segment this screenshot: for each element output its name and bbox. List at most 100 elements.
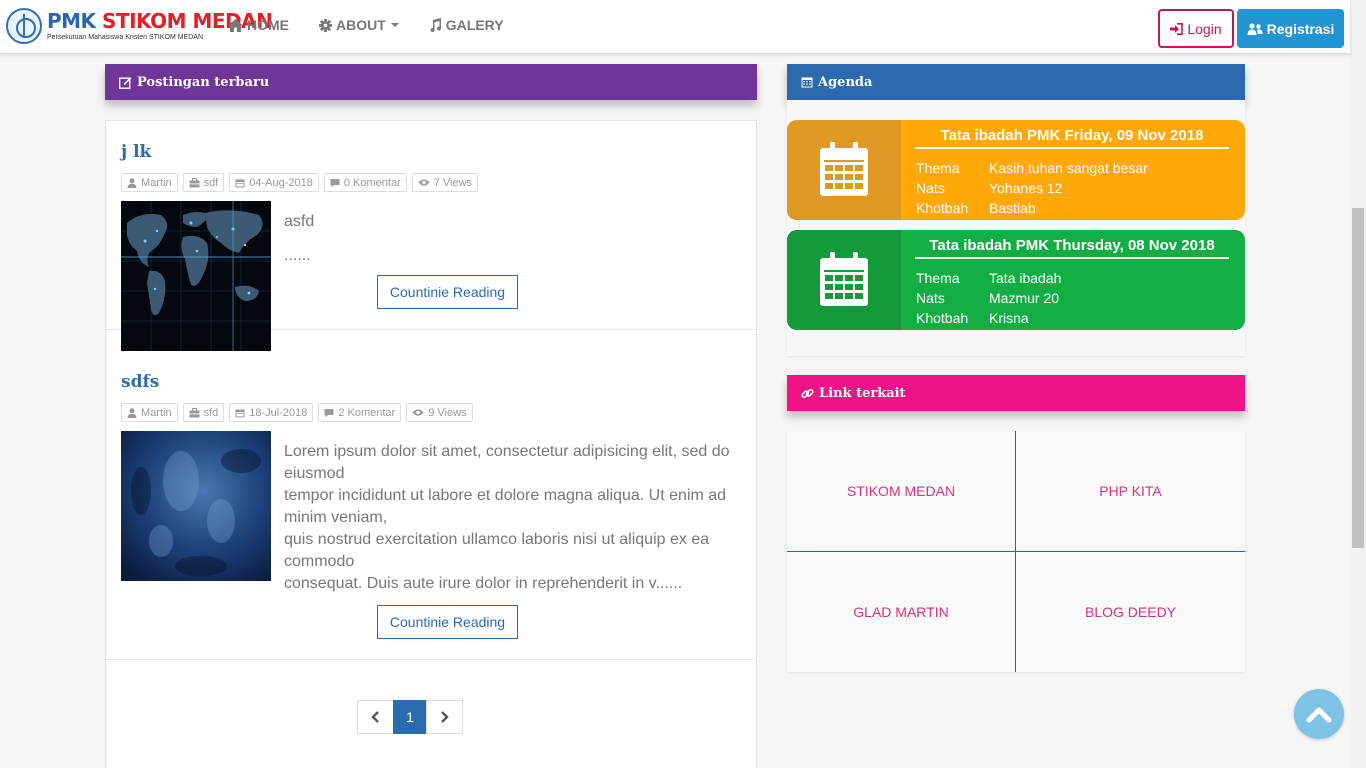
post-author[interactable]: Martin [121,173,178,192]
chevron-up-icon [1306,707,1332,723]
agenda-row-key: Thema [916,270,960,286]
agenda-row-key: Thema [916,160,960,176]
logo-emblem-icon [6,8,42,44]
register-button[interactable]: Registrasi [1237,9,1344,48]
agenda-row-value: Krisna [989,310,1029,326]
login-button[interactable]: Login [1158,9,1234,48]
agenda-row-thema: Thema Kasih tuhan sangat besar [916,160,1148,176]
link-icon [801,388,814,398]
briefcase-icon [189,177,200,187]
nav-home[interactable]: HOME [228,17,289,33]
calendar-icon [820,142,868,196]
chevron-left-icon [371,711,379,723]
briefcase-icon [189,407,200,417]
post-comments[interactable]: 2 Komentar [318,403,402,422]
post-title[interactable]: j lk [121,142,151,162]
world-map-image [121,201,271,351]
agenda-row-value: Mazmur 20 [989,290,1060,306]
post-title[interactable]: sdfs [121,372,159,392]
post-author[interactable]: Martin [121,403,178,422]
post-meta: Martin sfd 18-Jul-2018 2 Komentar 9 View… [121,403,478,422]
link-blog-deedy[interactable]: BLOG DEEDY [1016,552,1245,672]
chevron-right-icon [441,711,449,723]
post-views: 7 Views [411,173,479,192]
agenda-row-khotbah: Khotbah Bastiab [916,200,1036,216]
posts-section-title: Postingan terbaru [137,74,270,90]
posts-panel: j lk Martin sdf 04-Aug-2018 0 Komentar 7… [105,120,757,768]
eye-icon [418,179,430,186]
previous-page-button[interactable] [357,700,394,734]
chevron-down-icon [390,23,399,27]
nav-home-label: HOME [247,17,289,33]
continue-reading-button[interactable]: Countinie Reading [377,275,518,309]
register-label: Registrasi [1266,20,1335,37]
post-author-label: Martin [141,176,172,189]
nav-about[interactable]: ABOUT [319,17,399,33]
post-category[interactable]: sdf [182,173,225,192]
agenda-row-key: Khotbah [916,200,969,216]
post-date: 04-Aug-2018 [229,173,319,192]
calendar-icon [235,179,245,187]
post-item: sdfs Martin sfd 18-Jul-2018 2 Komentar 9… [106,330,756,660]
post-category[interactable]: sfd [182,403,225,422]
agenda-row-key: Khotbah [916,310,969,326]
agenda-row-nats: Nats Yohanes 12 [916,180,1062,196]
agenda-row-thema: Thema Tata ibadah [916,270,1061,286]
post-category-label: sdf [203,176,219,189]
post-excerpt-line: asfd [284,213,315,230]
post-date-label: 18-Jul-2018 [249,406,308,419]
agenda-section-header: Agenda [787,64,1245,100]
links-section-title: Link terkait [819,385,906,401]
link-stikom-medan[interactable]: STIKOM MEDAN [787,431,1015,551]
agenda-card-body: Tata ibadah PMK Friday, 09 Nov 2018 Them… [901,120,1245,220]
post-views-label: 7 Views [433,176,473,189]
agenda-card[interactable]: Tata ibadah PMK Friday, 09 Nov 2018 Them… [787,120,1245,220]
agenda-card-icon-area [787,120,901,220]
link-php-kita[interactable]: PHP KITA [1016,431,1245,551]
post-excerpt-line: consequat. Duis aute irure dolor in repr… [284,575,683,592]
comment-icon [324,408,334,417]
post-thumbnail[interactable] [121,431,271,581]
scroll-to-top-button[interactable] [1294,689,1344,739]
continue-reading-button[interactable]: Countinie Reading [377,605,518,639]
agenda-row-value: Bastiab [989,200,1036,216]
post-excerpt: Lorem ipsum dolor sit amet, consectetur … [284,441,739,595]
nav-galery[interactable]: GALERY [429,17,504,33]
home-icon [228,18,243,32]
logo-title-part1: PMK [47,9,96,33]
page-button-current[interactable]: 1 [393,700,427,734]
agenda-row-khotbah: Khotbah Krisna [916,310,1029,326]
blue-texture-image [121,431,271,581]
edit-icon [119,76,132,89]
post-excerpt-line: quis nostrud exercitation ullamco labori… [284,531,710,570]
links-grid: STIKOM MEDAN PHP KITA GLAD MARTIN BLOG D… [787,431,1245,672]
post-comments-label: 2 Komentar [338,406,396,419]
agenda-row-nats: Nats Mazmur 20 [916,290,1059,306]
agenda-row-value: Tata ibadah [989,270,1062,286]
main-nav: HOME ABOUT GALERY [228,17,534,33]
post-excerpt-line: tempor incididunt ut labore et dolore ma… [284,487,727,526]
calendar-icon [235,409,245,417]
navbar: PMK STIKOM MEDAN Persekutuan Mahasiswa K… [0,0,1350,54]
agenda-card-icon-area [787,230,901,330]
agenda-card-title: Tata ibadah PMK Friday, 09 Nov 2018 [915,127,1229,149]
user-icon [127,177,137,188]
post-thumbnail[interactable] [121,201,271,351]
post-meta: Martin sdf 04-Aug-2018 0 Komentar 7 View… [121,173,483,192]
agenda-card-body: Tata ibadah PMK Thursday, 08 Nov 2018 Th… [901,230,1245,330]
post-date-label: 04-Aug-2018 [249,176,313,189]
post-date: 18-Jul-2018 [229,403,314,422]
user-icon [127,407,137,418]
post-item: j lk Martin sdf 04-Aug-2018 0 Komentar 7… [106,121,756,351]
post-views-label: 9 Views [428,406,467,419]
post-author-label: Martin [141,406,172,419]
next-page-button[interactable] [426,700,463,734]
agenda-card[interactable]: Tata ibadah PMK Thursday, 08 Nov 2018 Th… [787,230,1245,330]
scrollbar-thumb[interactable] [1352,208,1364,548]
comment-icon [330,178,340,187]
link-glad-martin[interactable]: GLAD MARTIN [787,552,1015,672]
sign-in-icon [1170,22,1184,35]
agenda-section-title: Agenda [818,74,873,90]
post-comments[interactable]: 0 Komentar [323,173,407,192]
links-section-header: Link terkait [787,375,1245,411]
